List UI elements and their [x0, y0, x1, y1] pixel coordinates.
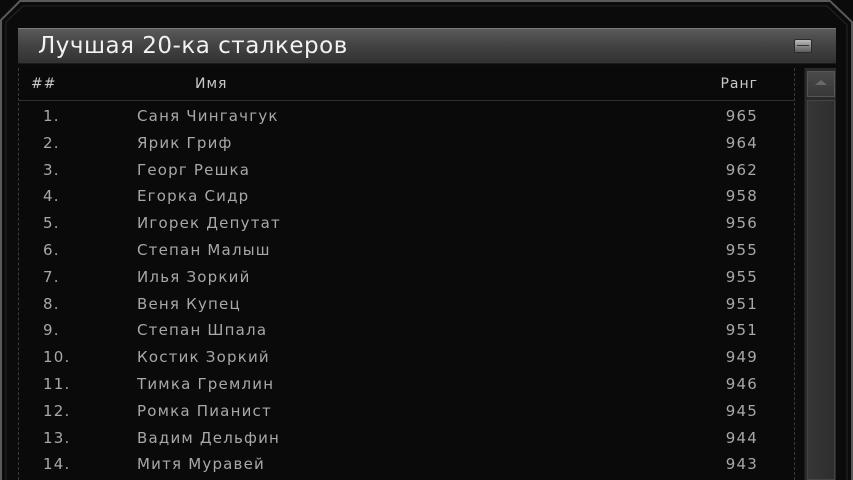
stalker-rank: 945	[725, 401, 758, 420]
stalker-rank: 951	[725, 321, 758, 340]
stalker-rank: 955	[725, 240, 758, 259]
table-row[interactable]: 3. Георг Решка 962	[19, 158, 794, 185]
stalker-rank: 951	[725, 294, 758, 313]
column-header-name[interactable]: Имя	[195, 76, 227, 92]
table-row[interactable]: 5. Игорек Депутат 956	[19, 211, 794, 238]
row-number: 14.	[43, 455, 71, 474]
stalker-name: Костик Зоркий	[137, 348, 270, 367]
stalker-rank: 956	[725, 214, 758, 233]
stalker-rank: 944	[725, 428, 758, 447]
stalker-name: Степан Малыш	[137, 240, 271, 259]
table-row[interactable]: 14. Митя Муравей 943	[19, 452, 794, 479]
row-number: 5.	[43, 214, 60, 233]
table-row[interactable]: 4. Егорка Сидр 958	[19, 184, 794, 211]
stalker-name: Игорек Депутат	[137, 214, 281, 233]
table-row[interactable]: 10. Костик Зоркий 949	[19, 345, 794, 372]
table-row[interactable]: 6. Степан Малыш 955	[19, 238, 794, 265]
stalker-name: Илья Зоркий	[137, 267, 251, 286]
row-number: 3.	[43, 160, 60, 179]
table-row[interactable]: 8. Веня Купец 951	[19, 292, 794, 319]
stalker-rank: 943	[725, 455, 758, 474]
column-header-rank[interactable]: Ранг	[720, 76, 758, 92]
stalker-name: Ромка Пианист	[137, 401, 272, 420]
table-row[interactable]: 11. Тимка Гремлин 946	[19, 372, 794, 399]
table-row[interactable]: 1. Саня Чингачгук 965	[19, 104, 794, 131]
scrollbar-thumb[interactable]	[807, 100, 835, 480]
row-number: 4.	[43, 187, 60, 206]
row-number: 12.	[43, 401, 71, 420]
stalker-rank: 946	[725, 374, 758, 393]
row-number: 2.	[43, 133, 60, 152]
column-header-number[interactable]: ##	[31, 76, 56, 92]
stalker-name: Ярик Гриф	[137, 133, 233, 152]
row-number: 7.	[43, 267, 60, 286]
vertical-scrollbar[interactable]	[804, 68, 836, 480]
table-row[interactable]: 13. Вадим Дельфин 944	[19, 426, 794, 453]
stalker-name: Митя Муравей	[137, 455, 265, 474]
stalker-name: Георг Решка	[137, 160, 251, 179]
table-row[interactable]: 2. Ярик Гриф 964	[19, 131, 794, 158]
table-row[interactable]: 12. Ромка Пианист 945	[19, 399, 794, 426]
table-row[interactable]: 9. Степан Шпала 951	[19, 318, 794, 345]
stalker-name: Степан Шпала	[137, 321, 268, 340]
minimize-icon[interactable]	[794, 39, 812, 53]
window-title: Лучшая 20-ка сталкеров	[38, 33, 348, 59]
stalker-name: Веня Купец	[137, 294, 241, 313]
row-number: 13.	[43, 428, 71, 447]
title-bar: Лучшая 20-ка сталкеров	[18, 28, 836, 64]
row-number: 9.	[43, 321, 60, 340]
scroll-up-arrow-icon[interactable]	[807, 71, 835, 97]
stalker-rank: 949	[725, 348, 758, 367]
table-row[interactable]: 7. Илья Зоркий 955	[19, 265, 794, 292]
stalker-name: Егорка Сидр	[137, 187, 250, 206]
stalker-rank: 962	[725, 160, 758, 179]
stalker-rank: 964	[725, 133, 758, 152]
leaderboard-window: Лучшая 20-ка сталкеров ## Имя Ранг 1. Са…	[0, 0, 853, 480]
stalker-rank: 955	[725, 267, 758, 286]
row-number: 10.	[43, 348, 71, 367]
row-number: 6.	[43, 240, 60, 259]
table-header: ## Имя Ранг	[19, 70, 794, 101]
stalker-rank: 965	[725, 107, 758, 125]
stalker-name: Тимка Гремлин	[137, 374, 275, 393]
stalker-name: Саня Чингачгук	[137, 107, 279, 125]
stalker-rank: 958	[725, 187, 758, 206]
leaderboard-list: ## Имя Ранг 1. Саня Чингачгук 965 2. Яри…	[18, 68, 795, 480]
table-body: 1. Саня Чингачгук 965 2. Ярик Гриф 964 3…	[19, 104, 794, 479]
row-number: 8.	[43, 294, 60, 313]
stalker-name: Вадим Дельфин	[137, 428, 281, 447]
row-number: 11.	[43, 374, 71, 393]
row-number: 1.	[43, 107, 60, 125]
